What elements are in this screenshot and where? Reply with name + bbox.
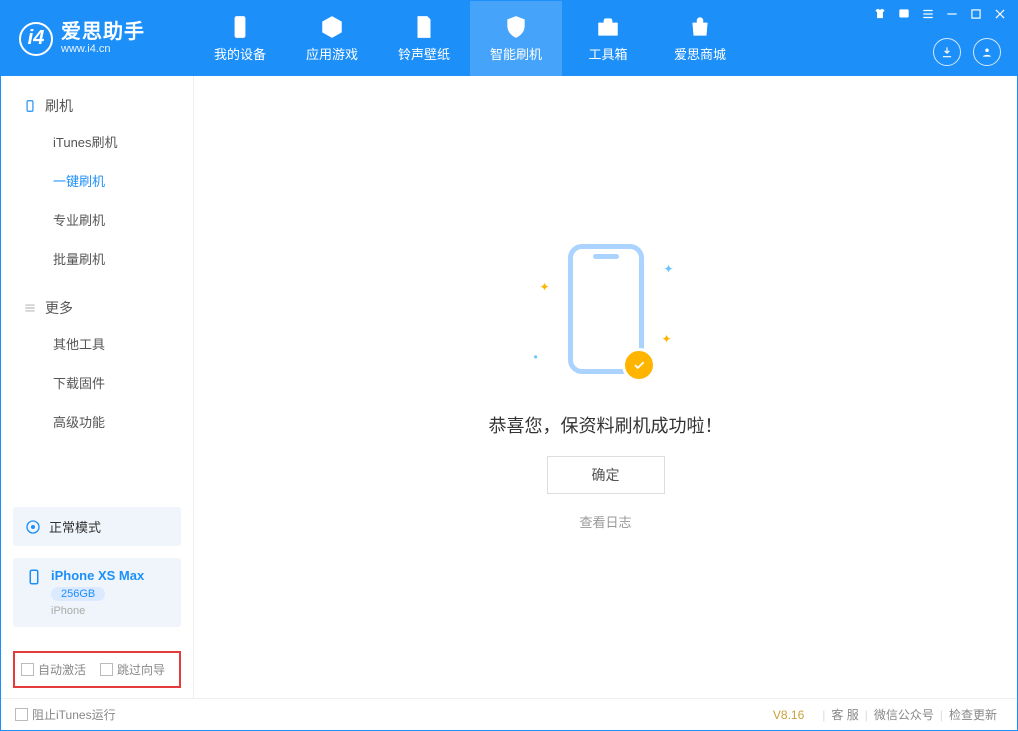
app-logo-text: 爱思助手 www.i4.cn [61,21,145,55]
close-icon[interactable] [993,7,1007,21]
footer-link-support[interactable]: 客 服 [831,706,858,723]
header: i4 爱思助手 www.i4.cn 我的设备 应用游戏 铃声壁纸 智能刷机 工具… [1,1,1017,76]
checkbox-auto-activate[interactable]: 自动激活 [21,661,86,678]
sidebar-item-oneclick-flash[interactable]: 一键刷机 [1,161,193,200]
main-content: ✦ ✦ • ✦ 恭喜您，保资料刷机成功啦！ 确定 查看日志 [194,76,1017,698]
checkbox-icon [15,708,28,721]
sidebar-item-download-firmware[interactable]: 下载固件 [1,363,193,402]
mode-icon [25,519,41,535]
app-logo-icon: i4 [19,22,53,56]
nav-label: 爱思商城 [674,44,726,63]
nav-toolbox[interactable]: 工具箱 [562,1,654,76]
checkbox-block-itunes[interactable]: 阻止iTunes运行 [15,706,116,723]
success-badge-icon [622,348,656,382]
sidebar-group-more: 更多 [1,292,193,324]
sidebar: 刷机 iTunes刷机 一键刷机 专业刷机 批量刷机 更多 其他工具 下载固件 … [1,76,194,698]
footer-link-wechat[interactable]: 微信公众号 [874,706,934,723]
ok-button[interactable]: 确定 [547,456,665,494]
checkbox-label: 阻止iTunes运行 [32,706,116,723]
device-name: iPhone XS Max [51,568,144,583]
list-icon [23,301,37,315]
mode-label: 正常模式 [49,517,101,536]
device-card[interactable]: iPhone XS Max 256GB iPhone [13,558,181,627]
minimize-icon[interactable] [945,7,959,21]
group-title-text: 更多 [45,298,73,318]
body: 刷机 iTunes刷机 一键刷机 专业刷机 批量刷机 更多 其他工具 下载固件 … [1,76,1017,698]
mode-card[interactable]: 正常模式 [13,507,181,546]
sidebar-item-advanced[interactable]: 高级功能 [1,402,193,441]
checkbox-icon [21,663,34,676]
nav-my-device[interactable]: 我的设备 [194,1,286,76]
app-site: www.i4.cn [61,43,145,55]
device-icon [25,568,43,589]
nav-ringtones[interactable]: 铃声壁纸 [378,1,470,76]
nav-label: 铃声壁纸 [398,44,450,63]
sparkle-icon: ✦ [540,280,550,294]
sidebar-item-other-tools[interactable]: 其他工具 [1,324,193,363]
header-bottom-icons [933,38,1001,66]
refresh-shield-icon [503,14,529,40]
device-subtitle: iPhone [51,605,144,617]
app-name: 爱思助手 [61,21,145,43]
success-message: 恭喜您，保资料刷机成功啦！ [489,412,723,438]
sidebar-item-batch-flash[interactable]: 批量刷机 [1,239,193,278]
sparkle-icon: • [534,350,538,364]
footer: 阻止iTunes运行 V8.16 | 客 服 | 微信公众号 | 检查更新 [1,698,1017,730]
nav-label: 工具箱 [588,44,627,63]
highlighted-options: 自动激活 跳过向导 [13,651,181,688]
sparkle-icon: ✦ [661,332,671,346]
user-circle-icon[interactable] [973,38,1001,66]
phone-icon [227,14,253,40]
view-log-link[interactable]: 查看日志 [579,512,631,531]
device-capacity: 256GB [51,587,105,601]
checkbox-icon [100,663,113,676]
sidebar-group-flash: 刷机 [1,90,193,122]
checkbox-label: 跳过向导 [117,661,165,678]
success-illustration: ✦ ✦ • ✦ [516,244,696,394]
cube-icon [319,14,345,40]
app-logo-block: i4 爱思助手 www.i4.cn [1,1,194,76]
nav-apps[interactable]: 应用游戏 [286,1,378,76]
nav-label: 我的设备 [214,44,266,63]
nav-flash[interactable]: 智能刷机 [470,1,562,76]
nav-label: 应用游戏 [306,44,358,63]
checkbox-label: 自动激活 [38,661,86,678]
shirt-icon[interactable] [873,7,887,21]
bag-icon [687,14,713,40]
footer-link-update[interactable]: 检查更新 [949,706,997,723]
download-circle-icon[interactable] [933,38,961,66]
feedback-icon[interactable] [897,7,911,21]
music-file-icon [411,14,437,40]
toolbox-icon [595,14,621,40]
maximize-icon[interactable] [969,7,983,21]
device-icon [23,99,37,113]
nav-label: 智能刷机 [490,44,542,63]
nav-store[interactable]: 爱思商城 [654,1,746,76]
version-label: V8.16 [773,708,804,722]
sparkle-icon: ✦ [663,262,673,276]
window-controls [873,7,1007,21]
menu-icon[interactable] [921,7,935,21]
sidebar-item-pro-flash[interactable]: 专业刷机 [1,200,193,239]
group-title-text: 刷机 [45,96,73,116]
sidebar-item-itunes-flash[interactable]: iTunes刷机 [1,122,193,161]
checkbox-skip-guide[interactable]: 跳过向导 [100,661,165,678]
